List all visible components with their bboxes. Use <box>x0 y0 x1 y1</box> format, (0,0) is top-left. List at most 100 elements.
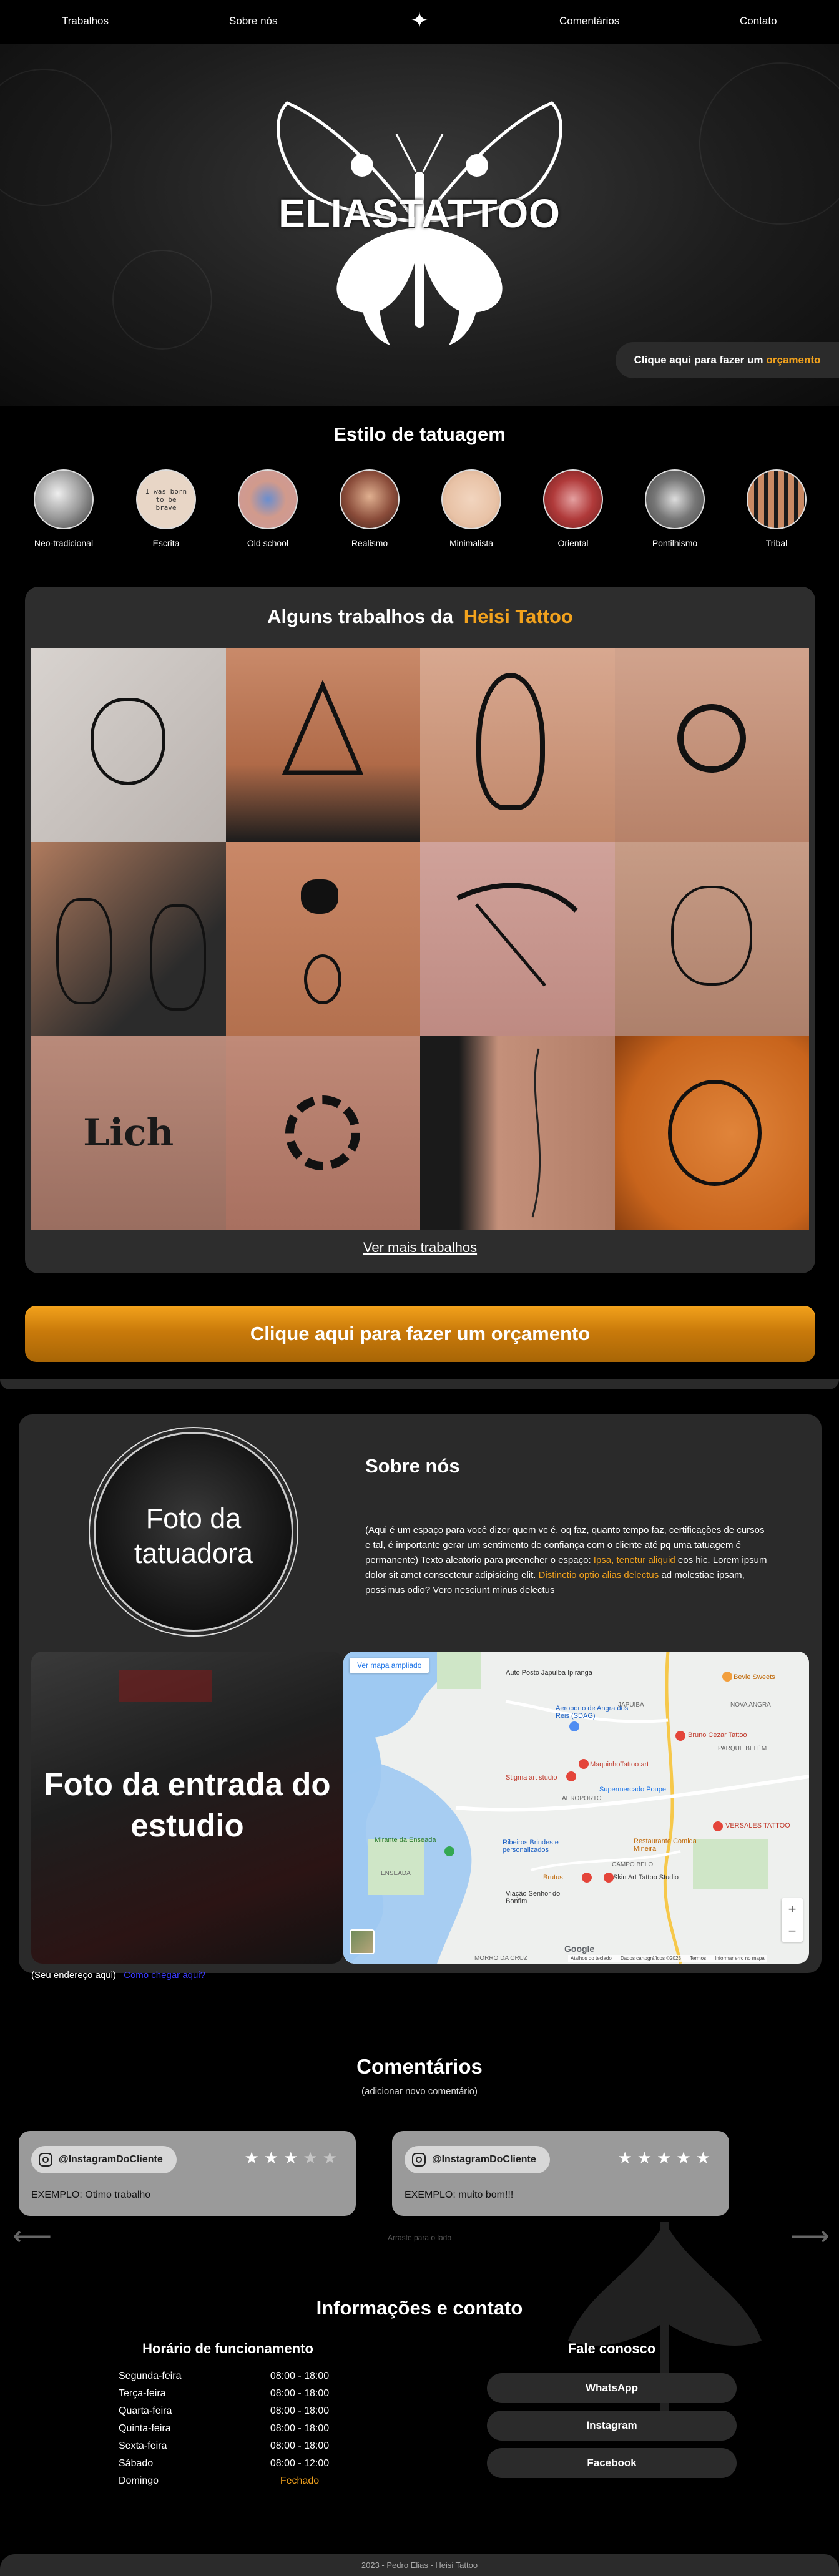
about-card: Foto da tatuadora Sobre nós (Aqui é um e… <box>19 1414 822 1981</box>
tattooist-photo: Foto da tatuadora <box>94 1432 293 1632</box>
style-item-escrita[interactable]: I was born to be brave Escrita <box>129 469 204 548</box>
map-label: ENSEADA <box>381 1870 411 1877</box>
gallery-photo-scythe[interactable] <box>420 842 615 1036</box>
map-label: Skin Art Tattoo Studio <box>613 1874 679 1881</box>
comment-handle[interactable]: @InstagramDoCliente <box>31 2146 177 2173</box>
hours-day: Quarta-feira <box>119 2406 172 2416</box>
style-label: Old school <box>247 538 289 548</box>
hours-time: 08:00 - 18:00 <box>270 2388 330 2399</box>
map-expand-link[interactable]: Ver mapa ampliado <box>350 1658 429 1673</box>
tattoo-ink <box>476 673 545 810</box>
gallery-photo-anatomical-heart[interactable] <box>31 648 226 842</box>
instagram-button[interactable]: Instagram <box>487 2411 737 2441</box>
hours-title: Horário de funcionamento <box>142 2341 313 2356</box>
arrow-right-icon[interactable]: ⟶ <box>790 2223 830 2250</box>
gallery-photo-sharingan[interactable] <box>225 1036 420 1230</box>
zoom-in-button[interactable]: + <box>782 1898 803 1920</box>
tattoo-ink <box>91 698 165 785</box>
map-label: Bevie Sweets <box>734 1673 775 1681</box>
map-attribution-item[interactable]: Informar erro no mapa <box>715 1956 765 1961</box>
gallery-grid: Lich <box>31 648 809 1230</box>
about-text-highlight: Ipsa, tenetur aliquid <box>593 1555 675 1565</box>
gallery-title: Alguns trabalhos da Heisi Tattoo <box>25 605 815 628</box>
page: Trabalhos Sobre nós ✦ Comentários Contat… <box>0 0 839 2576</box>
hours-row: Terça-feira 08:00 - 18:00 <box>119 2388 337 2406</box>
star-icon: ★ <box>303 2148 323 2167</box>
satellite-toggle[interactable] <box>350 1929 375 1954</box>
style-item-minimalista[interactable]: Minimalista <box>434 469 509 548</box>
nav-trabalhos[interactable]: Trabalhos <box>62 15 109 27</box>
map-attribution-item[interactable]: Termos <box>690 1956 706 1961</box>
style-label: Minimalista <box>449 538 493 548</box>
studio-entrance-placeholder: Foto da entrada do estudio <box>44 1766 331 1844</box>
gallery-card: Alguns trabalhos da Heisi Tattoo Lich Ve… <box>25 587 815 1273</box>
style-thumbnail <box>441 469 501 529</box>
map-label: MaquinhoTattoo art <box>590 1761 649 1768</box>
gallery-photo-ouroboros[interactable] <box>614 648 809 842</box>
map-label: Stigma art studio <box>506 1774 557 1781</box>
quote-button[interactable]: Clique aqui para fazer um orçamento <box>25 1306 815 1362</box>
hours-time: 08:00 - 18:00 <box>270 2423 330 2434</box>
comment-card: @InstagramDoCliente ★★★★★ EXEMPLO: Otimo… <box>19 2131 356 2216</box>
more-works-link[interactable]: Ver mais trabalhos <box>25 1240 815 1256</box>
gallery-photo-sun-moon[interactable] <box>614 1036 809 1230</box>
rating-stars: ★★★★★ <box>244 2148 342 2168</box>
gallery-photo-lich[interactable]: Lich <box>31 1036 226 1230</box>
map-attribution-item[interactable]: Atalhos do teclado <box>571 1956 612 1961</box>
zoom-controls: + − <box>782 1898 803 1942</box>
add-comment-link[interactable]: (adicionar novo comentário) <box>0 2086 839 2097</box>
opening-hours-table: Segunda-feira 08:00 - 18:00 Terça-feira 08… <box>119 2371 337 2493</box>
hours-day: Quinta-feira <box>119 2423 171 2434</box>
hours-time: 08:00 - 18:00 <box>270 2406 330 2416</box>
comment-handle[interactable]: @InstagramDoCliente <box>405 2146 550 2173</box>
gallery-title-highlight: Heisi Tattoo <box>463 605 573 627</box>
black-cat-icon <box>300 879 338 914</box>
nav-contato[interactable]: Contato <box>740 15 777 27</box>
gallery-photo-vine[interactable] <box>420 1036 615 1230</box>
gallery-photo-raven[interactable] <box>420 648 615 842</box>
nav-comentarios[interactable]: Comentários <box>559 15 619 27</box>
facebook-button[interactable]: Facebook <box>487 2448 737 2478</box>
background-decoration <box>112 250 212 350</box>
hours-row: Sábado 08:00 - 12:00 <box>119 2458 337 2476</box>
hours-day: Domingo <box>119 2476 159 2486</box>
about-text: (Aqui é um espaço para você dizer quem v… <box>365 1523 771 1598</box>
about-text-highlight: Distinctio optio alias delectus <box>538 1570 659 1580</box>
contact-title: Informações e contato <box>316 2297 523 2319</box>
comment-card: @InstagramDoCliente ★★★★★ EXEMPLO: muito… <box>392 2131 729 2216</box>
whatsapp-button[interactable]: WhatsApp <box>487 2373 737 2403</box>
map-label: Supermercado Poupe <box>599 1786 667 1793</box>
style-item-realismo[interactable]: Realismo <box>332 469 407 548</box>
background-decoration <box>0 69 112 206</box>
gallery-photo-triangle[interactable] <box>225 648 420 842</box>
gallery-photo-arms[interactable] <box>31 842 226 1036</box>
hours-day: Segunda-feira <box>119 2371 182 2381</box>
hero-quote-button[interactable]: Clique aqui para fazer um orçamento <box>616 342 839 378</box>
map-label: Bruno Cezar Tattoo <box>688 1731 747 1739</box>
sparkle-star-icon[interactable]: ✦ <box>407 8 432 33</box>
style-item-tribal[interactable]: Tribal <box>739 469 814 548</box>
style-thumbnail <box>747 469 807 529</box>
directions-link[interactable]: Como chegar aqui? <box>124 1970 205 1981</box>
style-label: Oriental <box>557 538 589 548</box>
style-item-oriental[interactable]: Oriental <box>536 469 611 548</box>
style-item-neo-tradicional[interactable]: Neo-tradicional <box>26 469 101 548</box>
hours-row: Quinta-feira 08:00 - 18:00 <box>119 2423 337 2441</box>
map-label: AEROPORTO <box>562 1795 602 1802</box>
nav-sobre-nos[interactable]: Sobre nós <box>229 15 278 27</box>
gallery-photo-black-cat[interactable] <box>225 842 420 1036</box>
triangle-tattoo-icon <box>282 680 363 775</box>
style-item-old-school[interactable]: Old school <box>230 469 305 548</box>
star-icon: ★ <box>676 2148 696 2167</box>
style-label: Escrita <box>152 538 180 548</box>
map-attribution-item: Dados cartográficos ©2023 <box>620 1956 681 1961</box>
tattoo-ink <box>303 954 341 1004</box>
lich-text: Lich <box>83 1111 174 1155</box>
zoom-out-button[interactable]: − <box>782 1920 803 1942</box>
studio-map[interactable]: Ver mapa ampliado Auto Posto Japuíba Ipi… <box>343 1652 809 1964</box>
map-canvas <box>343 1652 809 1964</box>
gallery-photo-anime-boy[interactable] <box>614 842 809 1036</box>
style-item-pontilhismo[interactable]: Pontilhismo <box>637 469 712 548</box>
map-label: CAMPO BELO <box>612 1861 654 1868</box>
star-icon: ★ <box>263 2148 284 2167</box>
